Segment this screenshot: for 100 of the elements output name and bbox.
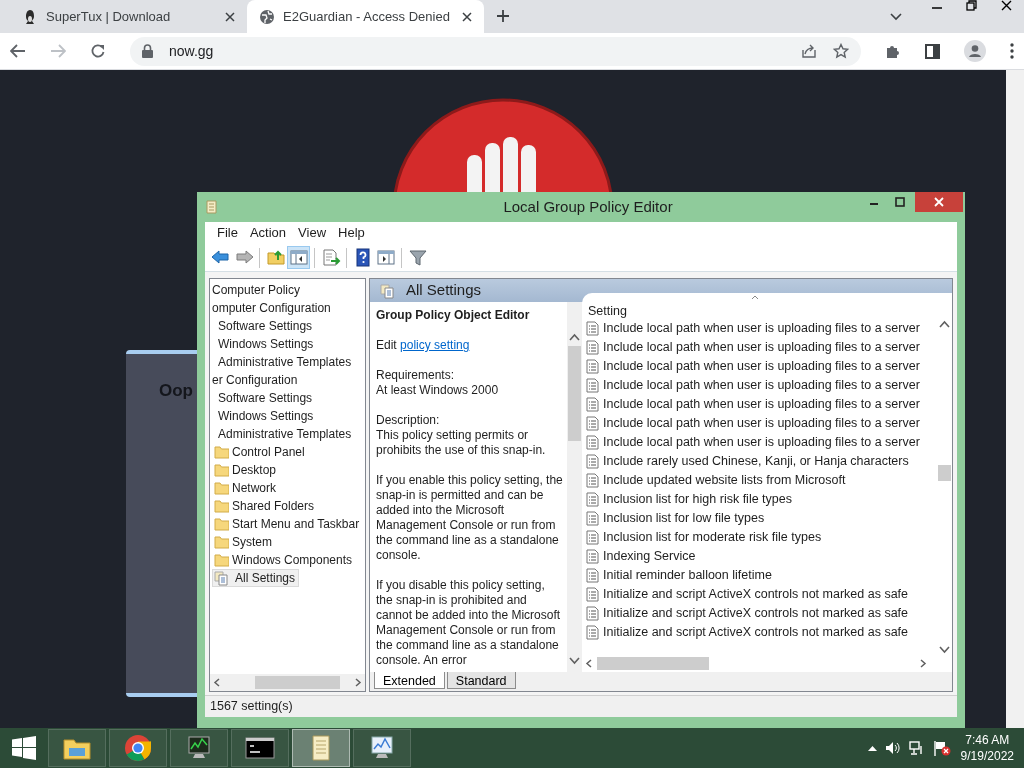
tree-item[interactable]: Software Settings — [216, 317, 317, 335]
taskbar-button[interactable] — [231, 729, 289, 767]
description-title: Group Policy Object Editor — [376, 308, 531, 324]
export-icon — [320, 248, 341, 267]
puzzle-icon[interactable] — [885, 43, 901, 59]
status-text: 1567 setting(s) — [210, 698, 293, 716]
menu-item[interactable]: File — [211, 223, 244, 243]
folder-icon — [214, 499, 229, 513]
list-row[interactable]: Include local path when user is uploading files to a server — [582, 319, 937, 339]
scrollbar-thumb[interactable] — [597, 656, 709, 670]
network-icon[interactable] — [908, 740, 925, 756]
close-icon[interactable] — [462, 11, 472, 22]
tree-item[interactable]: Software Settings — [216, 389, 317, 407]
requirements-label: Requirements: — [376, 368, 456, 384]
scrollbar-thumb[interactable] — [938, 465, 951, 482]
chevron-icon[interactable] — [890, 13, 902, 21]
clock-date: 9/19/2022 — [960, 748, 1014, 764]
folder-icon — [214, 481, 229, 495]
restore-icon[interactable] — [966, 0, 977, 11]
list-row[interactable]: Include local path when user is uploading files to a server — [582, 433, 937, 453]
view-tab[interactable]: Extended — [374, 671, 445, 689]
taskbar-button[interactable] — [353, 729, 411, 767]
share-icon[interactable] — [801, 43, 817, 59]
policy-document-icon — [586, 416, 599, 432]
policy-document-icon — [586, 625, 599, 641]
close-button[interactable] — [915, 192, 963, 212]
policy-document-icon — [586, 587, 599, 603]
tree-item[interactable]: Windows Components — [212, 551, 357, 569]
list-row[interactable]: Inclusion list for moderate risk file types — [582, 528, 937, 548]
reload-icon[interactable] — [90, 43, 106, 59]
tree-item[interactable]: Windows Settings — [216, 335, 318, 353]
tree-item[interactable]: Control Panel — [212, 443, 309, 461]
scrollbar-thumb[interactable] — [255, 676, 340, 689]
policy-document-icon — [586, 530, 599, 546]
sidebar-icon[interactable] — [925, 43, 940, 59]
card-heading: Oop — [159, 381, 193, 400]
tree-item[interactable]: Desktop — [212, 461, 281, 479]
tree-item[interactable]: er Configuration — [210, 371, 302, 389]
page-scrollbar[interactable] — [1006, 70, 1024, 728]
view-tab[interactable]: Standard — [446, 671, 516, 689]
list-row[interactable]: Include local path when user is uploading files to a server — [582, 357, 937, 377]
tree-item[interactable]: Computer Policy — [210, 281, 305, 299]
list-row[interactable]: Include rarely used Chinese, Kanji, or Hanja characters — [582, 452, 937, 472]
column-header[interactable]: Setting — [588, 301, 627, 321]
tree-item[interactable]: Shared Folders — [212, 497, 319, 515]
list-row[interactable]: Include local path when user is uploading files to a server — [582, 376, 937, 396]
folder-icon — [214, 445, 229, 459]
tree-item[interactable]: omputer Configuration — [210, 299, 335, 317]
clock[interactable]: 7:46 AM 9/19/2022 — [954, 732, 1024, 764]
taskbar-button[interactable] — [109, 729, 167, 767]
menu-item[interactable]: Help — [332, 223, 371, 243]
list-row[interactable]: Include local path when user is uploading files to a server — [582, 395, 937, 415]
tree-item[interactable]: Start Menu and Taskbar — [212, 515, 364, 533]
profile-icon[interactable] — [964, 40, 986, 62]
menu-item[interactable]: Action — [243, 223, 293, 243]
taskbar-button[interactable] — [48, 729, 106, 767]
folder-icon — [214, 553, 229, 567]
pane-icon — [288, 248, 309, 267]
list-row[interactable]: Inclusion list for low file types — [582, 509, 937, 529]
list-row[interactable]: Include updated website lists from Microsoft — [582, 471, 937, 491]
tree-item[interactable]: System — [212, 533, 276, 551]
tree-item[interactable]: Network — [212, 479, 280, 497]
close-icon[interactable] — [1001, 0, 1012, 11]
list-row[interactable]: Initialize and script ActiveX controls not marked as safe — [582, 623, 937, 643]
folder-icon — [265, 248, 286, 267]
list-row[interactable]: Include local path when user is uploading files to a server — [582, 338, 937, 358]
lock-icon — [142, 44, 153, 58]
back-icon[interactable] — [10, 44, 26, 58]
new-tab-icon[interactable] — [496, 9, 510, 23]
list-row[interactable]: Initialize and script ActiveX controls not marked as safe — [582, 604, 937, 624]
list-row[interactable]: Include local path when user is uploading files to a server — [582, 414, 937, 434]
vertical-scrollbar[interactable] — [567, 302, 582, 672]
browser-tab[interactable]: E2Guardian - Access Denied — [247, 0, 484, 33]
list-row[interactable]: Initial reminder balloon lifetime — [582, 566, 937, 586]
pane-icon — [375, 248, 396, 267]
speaker-icon[interactable] — [884, 740, 901, 756]
scrollbar-thumb[interactable] — [568, 346, 581, 442]
list-row[interactable]: Indexing Service — [582, 547, 937, 567]
tree-item[interactable]: Administrative Templates — [216, 353, 356, 371]
tree-item[interactable]: All Settings — [212, 569, 300, 587]
menu-item[interactable]: View — [292, 223, 333, 243]
tree-item[interactable]: Administrative Templates — [216, 425, 356, 443]
policy-link[interactable]: policy setting — [400, 338, 470, 353]
caret-up-icon[interactable] — [867, 745, 877, 751]
flag-icon[interactable] — [932, 740, 951, 756]
folder-icon — [214, 463, 229, 477]
tree-item[interactable]: Windows Settings — [216, 407, 318, 425]
menu-icon[interactable] — [1010, 43, 1014, 59]
horizontal-scrollbar[interactable] — [210, 674, 365, 691]
address-field[interactable]: now.gg — [130, 36, 861, 66]
star-icon[interactable] — [833, 43, 849, 59]
description-text: This policy setting permits or prohibits the use of this snap-in. — [376, 428, 547, 459]
filter-icon — [407, 248, 428, 267]
browser-tab[interactable]: SuperTux | Download — [10, 0, 247, 33]
policy-document-icon — [586, 568, 599, 584]
list-row[interactable]: Inclusion list for high risk file types — [582, 490, 937, 510]
list-row[interactable]: Initialize and script ActiveX controls not marked as safe — [582, 585, 937, 605]
sort-caret-icon — [751, 295, 759, 301]
taskbar-button[interactable] — [170, 729, 228, 767]
close-icon[interactable] — [225, 11, 235, 22]
